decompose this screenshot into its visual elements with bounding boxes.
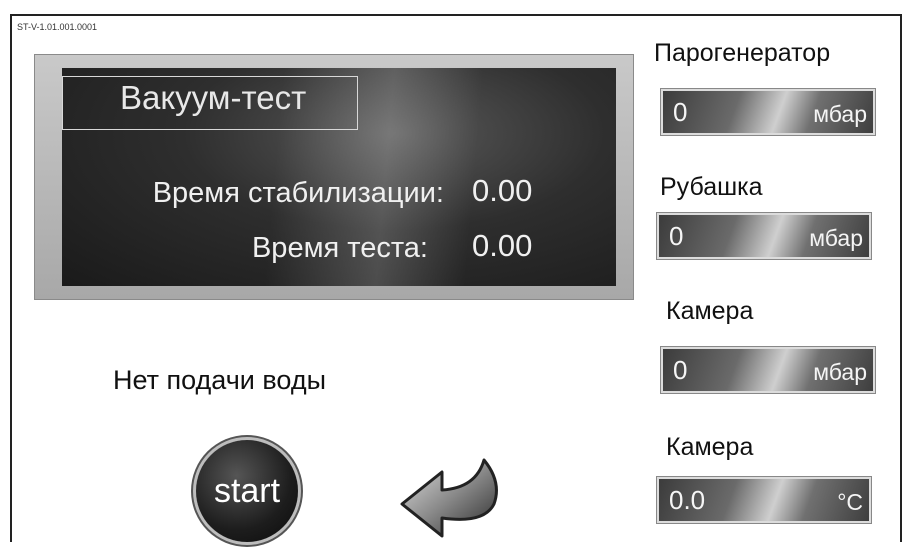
status-message: Нет подачи воды [113, 365, 326, 395]
jacket-value: 0 [669, 221, 684, 251]
chamber-temperature-value: 0.0 [669, 485, 706, 515]
chamber-temperature-label: Камера [666, 433, 754, 461]
test-time-label: Время теста: [251, 232, 428, 264]
jacket-gauge: 0 мбар [656, 212, 872, 260]
start-button-label: start [213, 471, 281, 510]
chamber-temperature-gauge: 0.0 °C [656, 476, 872, 524]
start-button[interactable]: start [196, 440, 298, 542]
jacket-unit: мбар [809, 225, 863, 251]
test-time-value: 0.00 [472, 228, 533, 263]
panel-title: Вакуум-тест [120, 79, 307, 116]
steam-generator-unit: мбар [813, 101, 867, 127]
stabilization-time-value: 0.00 [472, 173, 533, 208]
chamber-pressure-value: 0 [673, 355, 688, 385]
chamber-pressure-gauge: 0 мбар [660, 346, 876, 394]
steam-generator-gauge: 0 мбар [660, 88, 876, 136]
jacket-label: Рубашка [660, 173, 763, 201]
steam-generator-label: Парогенератор [654, 39, 831, 67]
back-button[interactable] [398, 442, 518, 542]
chamber-pressure-unit: мбар [813, 359, 867, 385]
chamber-pressure-label: Камера [666, 297, 754, 325]
vacuum-test-panel: Вакуум-тест Время стабилизации: 0.00 Вре… [62, 68, 616, 286]
screen-id: ST-V-1.01.001.0001 [17, 22, 98, 32]
steam-generator-value: 0 [673, 97, 688, 127]
back-arrow-icon [400, 458, 498, 538]
stabilization-time-label: Время стабилизации: [152, 177, 444, 209]
chamber-temperature-unit: °C [837, 489, 863, 515]
